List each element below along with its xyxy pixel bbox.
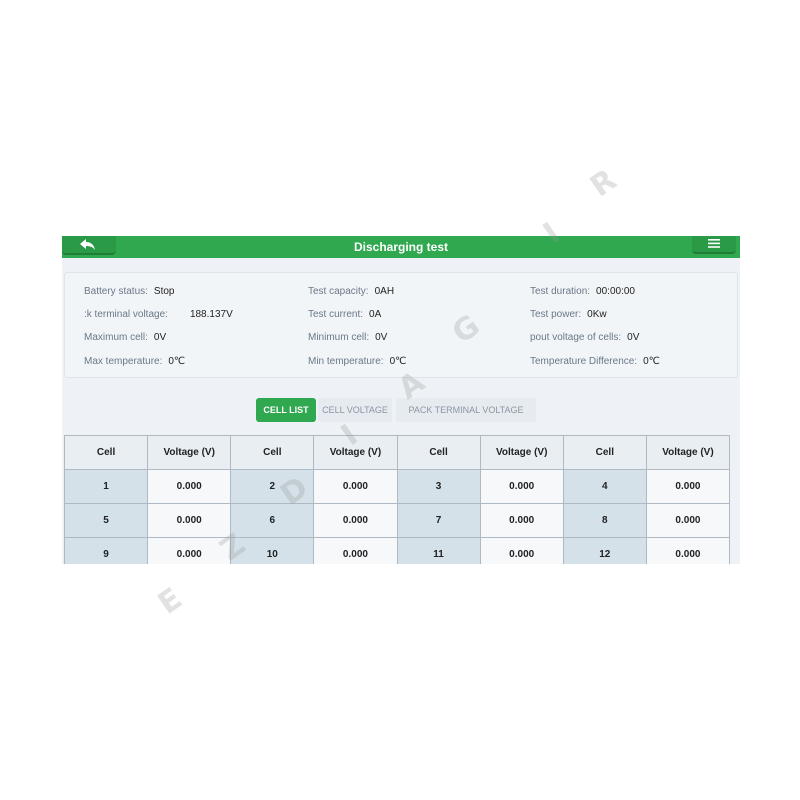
- temperature-difference-value: 0℃: [643, 356, 660, 367]
- maximum-cell-label: Maximum cell:: [84, 332, 148, 343]
- cell-voltage: 0.000: [645, 503, 731, 538]
- test-power-value: 0Kw: [587, 309, 607, 320]
- maximum-cell-value: 0V: [153, 332, 167, 343]
- test-capacity-value: 0AH: [374, 286, 395, 297]
- table-row: 9 0.000 10 0.000 11 0.000 12 0.000: [63, 537, 731, 564]
- cell-voltage: 0.000: [479, 503, 564, 538]
- test-current-value: 0A: [369, 309, 382, 320]
- tab-cell-voltage[interactable]: CELL VOLTAGE: [318, 398, 392, 422]
- test-power: Test power: 0Kw: [530, 309, 607, 320]
- pack-terminal-voltage-label: :k terminal voltage:: [84, 309, 168, 320]
- column-header-voltage: Voltage (V): [147, 435, 232, 470]
- battery-status-value: Stop: [153, 286, 175, 297]
- cell-number: 5: [63, 503, 149, 538]
- column-header-voltage: Voltage (V): [645, 435, 731, 470]
- test-power-label: Test power:: [530, 309, 582, 320]
- table-header-row: Cell Voltage (V) Cell Voltage (V) Cell V…: [63, 435, 731, 470]
- maximum-cell: Maximum cell: 0V: [84, 332, 166, 343]
- cell-number: 6: [230, 503, 315, 538]
- cell-voltage: 0.000: [147, 503, 232, 538]
- cell-voltage: 0.000: [479, 469, 564, 504]
- app-screen: Discharging test Battery status: Stop :k …: [62, 236, 740, 564]
- cell-number: 7: [396, 503, 481, 538]
- output-voltage-of-cells-value: 0V: [627, 332, 640, 343]
- page-title: Discharging test: [353, 240, 449, 254]
- column-header-voltage: Voltage (V): [479, 435, 564, 470]
- max-temperature-label: Max temperature:: [84, 356, 163, 367]
- info-panel: Battery status: Stop :k terminal voltage:…: [64, 272, 738, 378]
- battery-status: Battery status: Stop: [84, 286, 175, 297]
- max-temperature-value: 0℃: [168, 356, 186, 367]
- temperature-difference-label: Temperature Difference:: [530, 356, 638, 367]
- cell-voltage: 0.000: [147, 469, 232, 504]
- column-header-cell: Cell: [230, 435, 315, 470]
- cell-voltage-table: Cell Voltage (V) Cell Voltage (V) Cell V…: [63, 435, 731, 564]
- minimum-cell-label: Minimum cell:: [308, 332, 370, 343]
- menu-icon: [708, 239, 720, 248]
- minimum-cell-value: 0V: [375, 332, 388, 343]
- output-voltage-of-cells: pout voltage of cells: 0V: [530, 332, 639, 343]
- test-duration-label: Test duration:: [530, 286, 591, 297]
- test-current-label: Test current:: [308, 309, 364, 320]
- column-header-cell: Cell: [396, 435, 481, 470]
- cell-number: 4: [562, 469, 647, 504]
- pack-terminal-voltage: :k terminal voltage: 188.137V: [84, 309, 233, 320]
- cell-number: 11: [396, 537, 481, 564]
- cell-voltage: 0.000: [313, 537, 398, 564]
- min-temperature-value: 0℃: [389, 356, 407, 367]
- min-temperature: Min temperature: 0℃: [308, 356, 406, 367]
- cell-number: 1: [63, 469, 149, 504]
- watermark-letter: R: [584, 162, 624, 205]
- cell-number: 9: [63, 537, 149, 564]
- pack-terminal-voltage-value: 188.137V: [189, 309, 233, 320]
- cell-voltage: 0.000: [313, 503, 398, 538]
- table-row: 1 0.000 2 0.000 3 0.000 4 0.000: [63, 469, 731, 504]
- test-capacity-label: Test capacity:: [308, 286, 369, 297]
- temperature-difference: Temperature Difference: 0℃: [530, 356, 660, 367]
- cell-number: 3: [396, 469, 481, 504]
- cell-number: 12: [562, 537, 647, 564]
- title-bar: Discharging test: [62, 236, 740, 258]
- cell-voltage: 0.000: [479, 537, 564, 564]
- test-capacity: Test capacity: 0AH: [308, 286, 394, 297]
- cell-number: 8: [562, 503, 647, 538]
- column-header-cell: Cell: [562, 435, 647, 470]
- menu-button[interactable]: [692, 236, 736, 254]
- cell-voltage: 0.000: [645, 469, 731, 504]
- table-row: 5 0.000 6 0.000 7 0.000 8 0.000: [63, 503, 731, 538]
- minimum-cell: Minimum cell: 0V: [308, 332, 387, 343]
- output-voltage-of-cells-label: pout voltage of cells:: [530, 332, 622, 343]
- min-temperature-label: Min temperature:: [308, 356, 384, 367]
- column-header-cell: Cell: [63, 435, 149, 470]
- cell-voltage: 0.000: [313, 469, 398, 504]
- watermark-letter: E: [151, 581, 189, 622]
- battery-status-label: Battery status:: [84, 286, 148, 297]
- test-duration-value: 00:00:00: [596, 286, 635, 297]
- tab-cell-list[interactable]: CELL LIST: [256, 398, 316, 422]
- test-duration: Test duration: 00:00:00: [530, 286, 635, 297]
- cell-voltage: 0.000: [645, 537, 731, 564]
- test-current: Test current: 0A: [308, 309, 381, 320]
- max-temperature: Max temperature: 0℃: [84, 356, 185, 367]
